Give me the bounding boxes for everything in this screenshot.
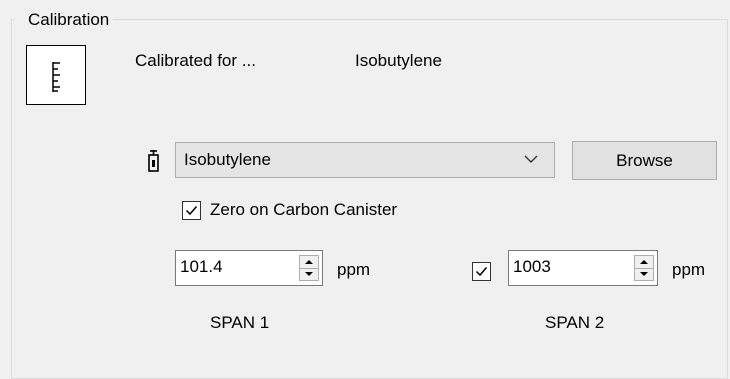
gas-select-dropdown[interactable]: Isobutylene [175, 142, 555, 178]
span2-value: 1003 [513, 257, 551, 276]
group-title: Calibration [14, 10, 114, 30]
zero-canister-checkbox[interactable] [182, 201, 201, 220]
calibration-groupbox [11, 19, 728, 379]
span1-unit: ppm [337, 260, 371, 279]
gas-bottle-icon [148, 150, 159, 172]
zero-canister-label: Zero on Carbon Canister [210, 200, 398, 219]
span2-spin-arrows [634, 255, 654, 281]
calibration-ruler-icon [26, 45, 86, 105]
span1-spin-arrows [299, 255, 319, 281]
calibrated-for-label: Calibrated for ... [135, 51, 256, 70]
span1-spin-down[interactable] [300, 268, 318, 280]
spin-down-icon [305, 272, 313, 276]
gas-select-value: Isobutylene [184, 150, 271, 169]
span1-spinbox[interactable]: 101.4 [175, 250, 323, 286]
span2-spin-down[interactable] [635, 268, 653, 280]
chevron-down-icon [524, 155, 538, 163]
checkmark-icon [475, 267, 488, 277]
spin-up-icon [305, 260, 313, 264]
span2-unit: ppm [672, 260, 706, 279]
span1-value: 101.4 [180, 257, 223, 276]
spin-down-icon [640, 272, 648, 276]
calibrated-gas-value: Isobutylene [355, 51, 442, 70]
span2-label: SPAN 2 [545, 313, 605, 332]
browse-button[interactable]: Browse [572, 141, 717, 180]
span2-spinbox[interactable]: 1003 [508, 250, 658, 286]
checkmark-icon [185, 206, 198, 216]
span2-checkbox[interactable] [472, 262, 491, 281]
spin-up-icon [640, 260, 648, 264]
span1-label: SPAN 1 [210, 313, 270, 332]
